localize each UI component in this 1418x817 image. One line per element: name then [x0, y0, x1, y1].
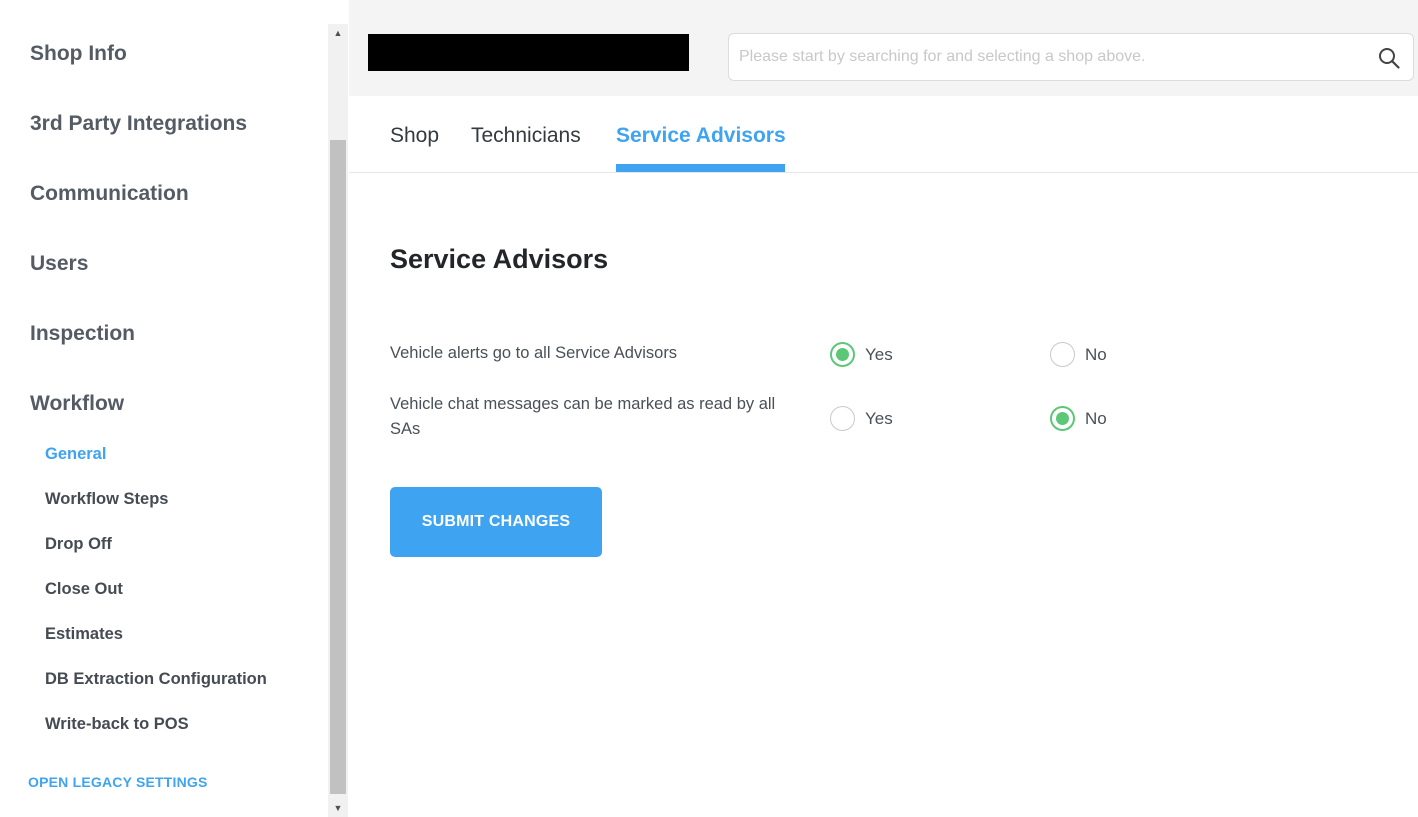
tab-shop[interactable]: Shop	[390, 124, 439, 148]
tab-technicians[interactable]: Technicians	[471, 124, 581, 148]
search-icon[interactable]	[1377, 46, 1401, 70]
radio-label: No	[1085, 344, 1107, 364]
sidebar-item-3rd-party-integrations[interactable]: 3rd Party Integrations	[30, 112, 247, 136]
sidebar-item-communication[interactable]: Communication	[30, 182, 189, 206]
setting-label-vehicle-alerts: Vehicle alerts go to all Service Advisor…	[390, 344, 678, 362]
sidebar-item-users[interactable]: Users	[30, 252, 88, 276]
redacted-shop-name	[368, 34, 689, 71]
sidebar: Shop Info 3rd Party Integrations Communi…	[0, 0, 328, 817]
radio-label: Yes	[865, 344, 893, 364]
sidebar-subitem-workflow-steps[interactable]: Workflow Steps	[45, 490, 168, 509]
settings-app: Shop Info 3rd Party Integrations Communi…	[0, 0, 1418, 817]
sidebar-item-workflow[interactable]: Workflow	[30, 392, 124, 416]
open-legacy-settings-link[interactable]: OPEN LEGACY SETTINGS	[28, 774, 208, 790]
radio-circle-checked[interactable]	[830, 342, 855, 367]
setting-label-chat-marked-read: Vehicle chat messages can be marked as r…	[390, 395, 776, 438]
sidebar-subitem-write-back-to-pos[interactable]: Write-back to POS	[45, 715, 189, 734]
radio-label: No	[1085, 408, 1107, 428]
sidebar-item-inspection[interactable]: Inspection	[30, 322, 135, 346]
scroll-up-arrow-icon[interactable]: ▲	[328, 24, 348, 42]
page-title: Service Advisors	[390, 244, 609, 274]
radio-vehicle-alerts-yes[interactable]: Yes	[830, 342, 893, 367]
scroll-down-arrow-icon[interactable]: ▼	[328, 799, 348, 817]
radio-label: Yes	[865, 408, 893, 428]
sidebar-subitem-db-extraction-configuration[interactable]: DB Extraction Configuration	[45, 670, 267, 689]
sidebar-subitem-close-out[interactable]: Close Out	[45, 580, 123, 599]
radio-chat-marked-read-yes[interactable]: Yes	[830, 406, 893, 431]
radio-vehicle-alerts-no[interactable]: No	[1050, 342, 1107, 367]
tab-service-advisors[interactable]: Service Advisors	[616, 124, 786, 148]
radio-circle-unchecked[interactable]	[830, 406, 855, 431]
sidebar-subitem-drop-off[interactable]: Drop Off	[45, 535, 112, 554]
shop-search-input[interactable]	[739, 34, 1359, 80]
sidebar-subitem-estimates[interactable]: Estimates	[45, 625, 123, 644]
sidebar-subitem-general[interactable]: General	[45, 445, 106, 464]
shop-search-box[interactable]	[728, 33, 1414, 81]
top-bar	[349, 0, 1418, 96]
radio-circle-unchecked[interactable]	[1050, 342, 1075, 367]
scrollbar-thumb[interactable]	[330, 140, 346, 794]
settings-tabs: Shop Technicians Service Advisors	[349, 96, 1418, 173]
radio-chat-marked-read-no[interactable]: No	[1050, 406, 1107, 431]
submit-changes-button[interactable]: SUBMIT CHANGES	[390, 487, 602, 557]
sidebar-scrollbar[interactable]: ▲ ▼	[328, 24, 348, 817]
radio-circle-checked[interactable]	[1050, 406, 1075, 431]
active-tab-indicator	[616, 164, 785, 172]
sidebar-item-shop-info[interactable]: Shop Info	[30, 42, 127, 66]
